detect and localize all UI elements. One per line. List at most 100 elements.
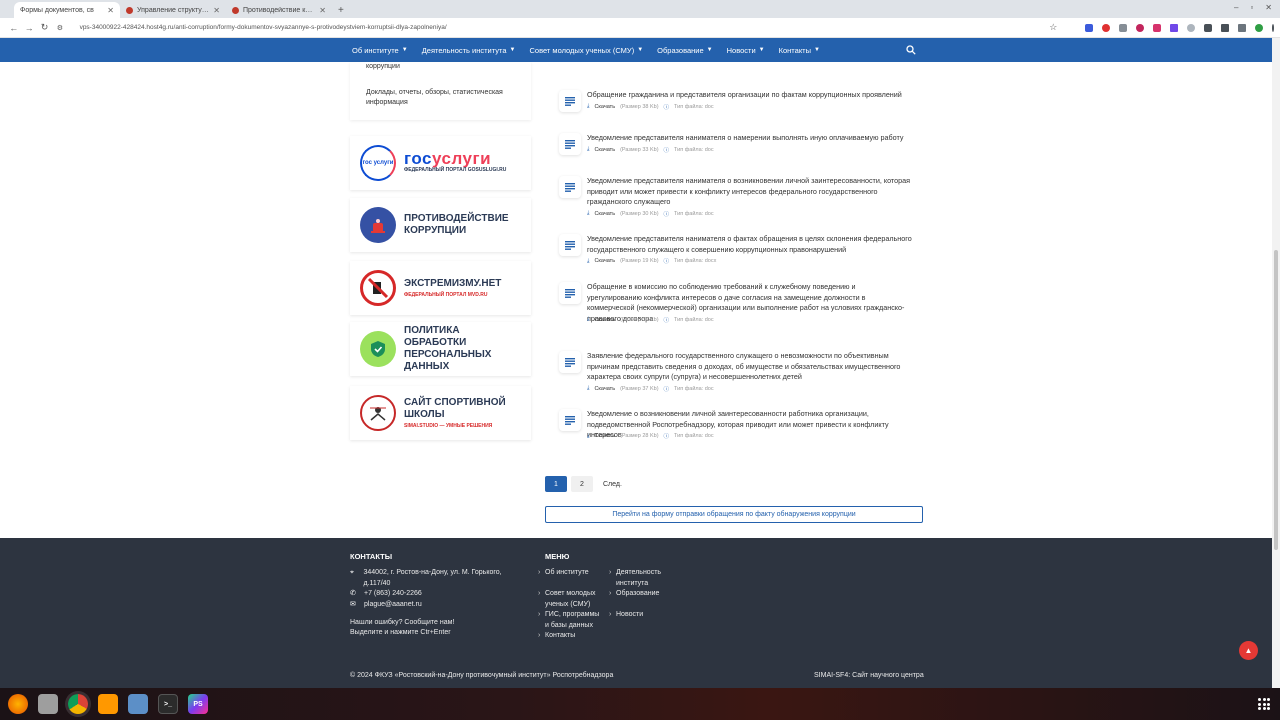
footer: КОНТАКТЫ ⌖ 344002, г. Ростов-на-Дону, ул… [0, 538, 1272, 688]
browser-tab-3[interactable]: Противодействие корр ✕ [226, 2, 332, 18]
new-tab-button[interactable]: + [338, 2, 344, 18]
download-link[interactable]: Скачать [594, 317, 615, 323]
footer-brand-link[interactable]: SIMAI-SF4: Сайт научного центра [814, 672, 924, 679]
nav-contacts[interactable]: Контакты ▼ [779, 46, 820, 55]
back-icon[interactable]: ← [6, 23, 21, 33]
document-title[interactable]: Уведомление представителя нанимателя о ф… [587, 234, 912, 255]
banner-extremism[interactable]: ЭКСТРЕМИЗМУ.НЕТ ФЕДЕРАЛЬНЫЙ ПОРТАЛ MVD.R… [350, 261, 531, 315]
puzzle-icon[interactable] [1203, 23, 1212, 32]
banner-title: САЙТ СПОРТИВНОЙ ШКОЛЫ [404, 397, 506, 420]
document-meta: ⤓ Скачать (Размер 30 Kb) ⓘ Тип файла: doc [587, 210, 714, 218]
download-icon[interactable]: ⤓ [587, 385, 589, 392]
download-link[interactable]: Скачать [594, 147, 615, 153]
nav-young-scientists[interactable]: Совет молодых ученых (СМУ) ▼ [530, 46, 644, 55]
document-meta: ⤓ Скачать (Размер 33 Kb) ⓘ Тип файла: doc [587, 146, 714, 154]
footer-menu-young-scientists[interactable]: Совет молодых ученых (СМУ) [538, 589, 603, 610]
chevron-down-icon: ▼ [509, 47, 516, 53]
extension-icon[interactable] [1152, 23, 1161, 32]
file-size: (Размер 33 Kb) [620, 146, 659, 153]
footer-menu-activity[interactable]: Деятельность института [609, 568, 669, 589]
sidebar-link-reports[interactable]: Доклады, отчеты, обзоры, статистическая … [366, 88, 515, 108]
download-link[interactable]: Скачать [594, 104, 615, 110]
site-info-icon[interactable]: ⚙ [52, 24, 67, 32]
chevron-down-icon: ▼ [814, 47, 820, 53]
download-link[interactable]: Скачать [594, 258, 615, 264]
minimize-icon[interactable]: – [1234, 3, 1238, 12]
firefox-icon[interactable] [8, 694, 28, 714]
sidebar-link-corruption[interactable]: коррупции [366, 62, 515, 71]
footer-phone[interactable]: ✆ +7 (863) 240-2266 [350, 589, 422, 600]
download-link[interactable]: Скачать [594, 433, 615, 439]
image-viewer-icon[interactable] [128, 694, 148, 714]
banner-anticorruption[interactable]: ПРОТИВОДЕЙСТВИЕ КОРРУПЦИИ [350, 198, 531, 252]
tab-favicon-icon [126, 6, 133, 14]
extension-icon[interactable] [1118, 23, 1127, 32]
extension-icon[interactable] [1186, 23, 1195, 32]
download-link[interactable]: Скачать [594, 211, 615, 217]
document-title[interactable]: Заявление федерального государственного … [587, 351, 912, 383]
browser-tab-1[interactable]: Формы документов, св ✕ [14, 2, 120, 18]
search-icon[interactable] [906, 45, 916, 55]
download-icon[interactable]: ⤓ [587, 210, 589, 217]
menu-dots-icon[interactable] [1271, 23, 1274, 32]
scroll-to-top-button[interactable]: ▲ [1239, 641, 1258, 660]
footer-menu-gis[interactable]: ГИС, программы и базы данных [538, 610, 603, 631]
next-page-button[interactable]: След. [597, 476, 628, 492]
document-title[interactable]: Обращение гражданина и представителя орг… [587, 90, 912, 101]
download-icon[interactable] [1220, 23, 1229, 32]
nav-activity[interactable]: Деятельность института ▼ [422, 46, 516, 55]
profile-avatar[interactable] [1254, 23, 1263, 32]
reload-icon[interactable]: ↻ [37, 22, 52, 33]
extension-icon[interactable] [1135, 23, 1144, 32]
extension-icon[interactable] [1101, 23, 1110, 32]
shield-icon [360, 331, 396, 367]
tab-close-icon[interactable]: ✕ [107, 6, 114, 15]
banner-gosuslugi[interactable]: гос услуги госуслуги ФЕДЕРАЛЬНЫЙ ПОРТАЛ … [350, 136, 531, 190]
terminal-icon[interactable]: >_ [158, 694, 178, 714]
footer-menu-education[interactable]: Образование [609, 589, 669, 600]
close-window-icon[interactable]: ✕ [1265, 3, 1272, 12]
scrollbar-thumb[interactable] [1274, 250, 1278, 550]
footer-contacts-title: КОНТАКТЫ [350, 552, 393, 561]
window-controls: – ▫ ✕ [1234, 3, 1272, 12]
sublime-text-icon[interactable] [98, 694, 118, 714]
banner-sport-school[interactable]: САЙТ СПОРТИВНОЙ ШКОЛЫ SIMAI.STUDIO — УМН… [350, 386, 531, 440]
nav-news[interactable]: Новости ▼ [727, 46, 765, 55]
download-icon[interactable]: ⤓ [587, 146, 589, 153]
pagination: 1 2 След. [545, 476, 628, 492]
document-title[interactable]: Уведомление представителя нанимателя о н… [587, 133, 912, 144]
download-icon[interactable]: ⤓ [587, 258, 589, 265]
page-2-button[interactable]: 2 [571, 476, 593, 492]
download-icon[interactable]: ⤓ [587, 103, 589, 110]
banner-title: ПОЛИТИКА ОБРАБОТКИ ПЕРСОНАЛЬНЫХ ДАННЫХ [404, 325, 492, 372]
footer-menu-about[interactable]: Об институте [538, 568, 603, 579]
footer-menu-news[interactable]: Новости [609, 610, 669, 621]
nav-about[interactable]: Об институте ▼ [352, 46, 408, 55]
phpstorm-icon[interactable]: PS [188, 694, 208, 714]
document-icon [559, 90, 581, 112]
app-grid-icon[interactable] [1258, 698, 1270, 710]
extension-icon[interactable] [1169, 23, 1178, 32]
document-title[interactable]: Уведомление представителя нанимателя о в… [587, 176, 912, 208]
files-icon[interactable] [38, 694, 58, 714]
extension-icon[interactable] [1084, 23, 1093, 32]
report-corruption-button[interactable]: Перейти на форму отправки обращения по ф… [545, 506, 923, 523]
tab-close-icon[interactable]: ✕ [319, 6, 326, 15]
nav-education[interactable]: Образование ▼ [657, 46, 712, 55]
browser-tab-2[interactable]: Управление структуро ✕ [120, 2, 226, 18]
download-icon[interactable]: ⤓ [587, 316, 589, 323]
download-icon[interactable]: ⤓ [587, 433, 589, 440]
chrome-icon[interactable] [68, 694, 88, 714]
sidebar-icon[interactable] [1237, 23, 1246, 32]
maximize-icon[interactable]: ▫ [1250, 3, 1253, 12]
download-link[interactable]: Скачать [594, 386, 615, 392]
page-1-button[interactable]: 1 [545, 476, 567, 492]
url-bar[interactable]: vps-34000922-428424.host4g.ru/anti-corru… [74, 21, 1046, 35]
banner-personal-data[interactable]: ПОЛИТИКА ОБРАБОТКИ ПЕРСОНАЛЬНЫХ ДАННЫХ [350, 322, 531, 376]
footer-menu-contacts[interactable]: Контакты [538, 631, 603, 642]
forward-icon[interactable]: → [21, 23, 36, 33]
tab-close-icon[interactable]: ✕ [213, 6, 220, 15]
bookmark-star-icon[interactable]: ☆ [1046, 22, 1061, 33]
document-icon [559, 351, 581, 373]
footer-email[interactable]: ✉ plague@aaanet.ru [350, 600, 422, 611]
